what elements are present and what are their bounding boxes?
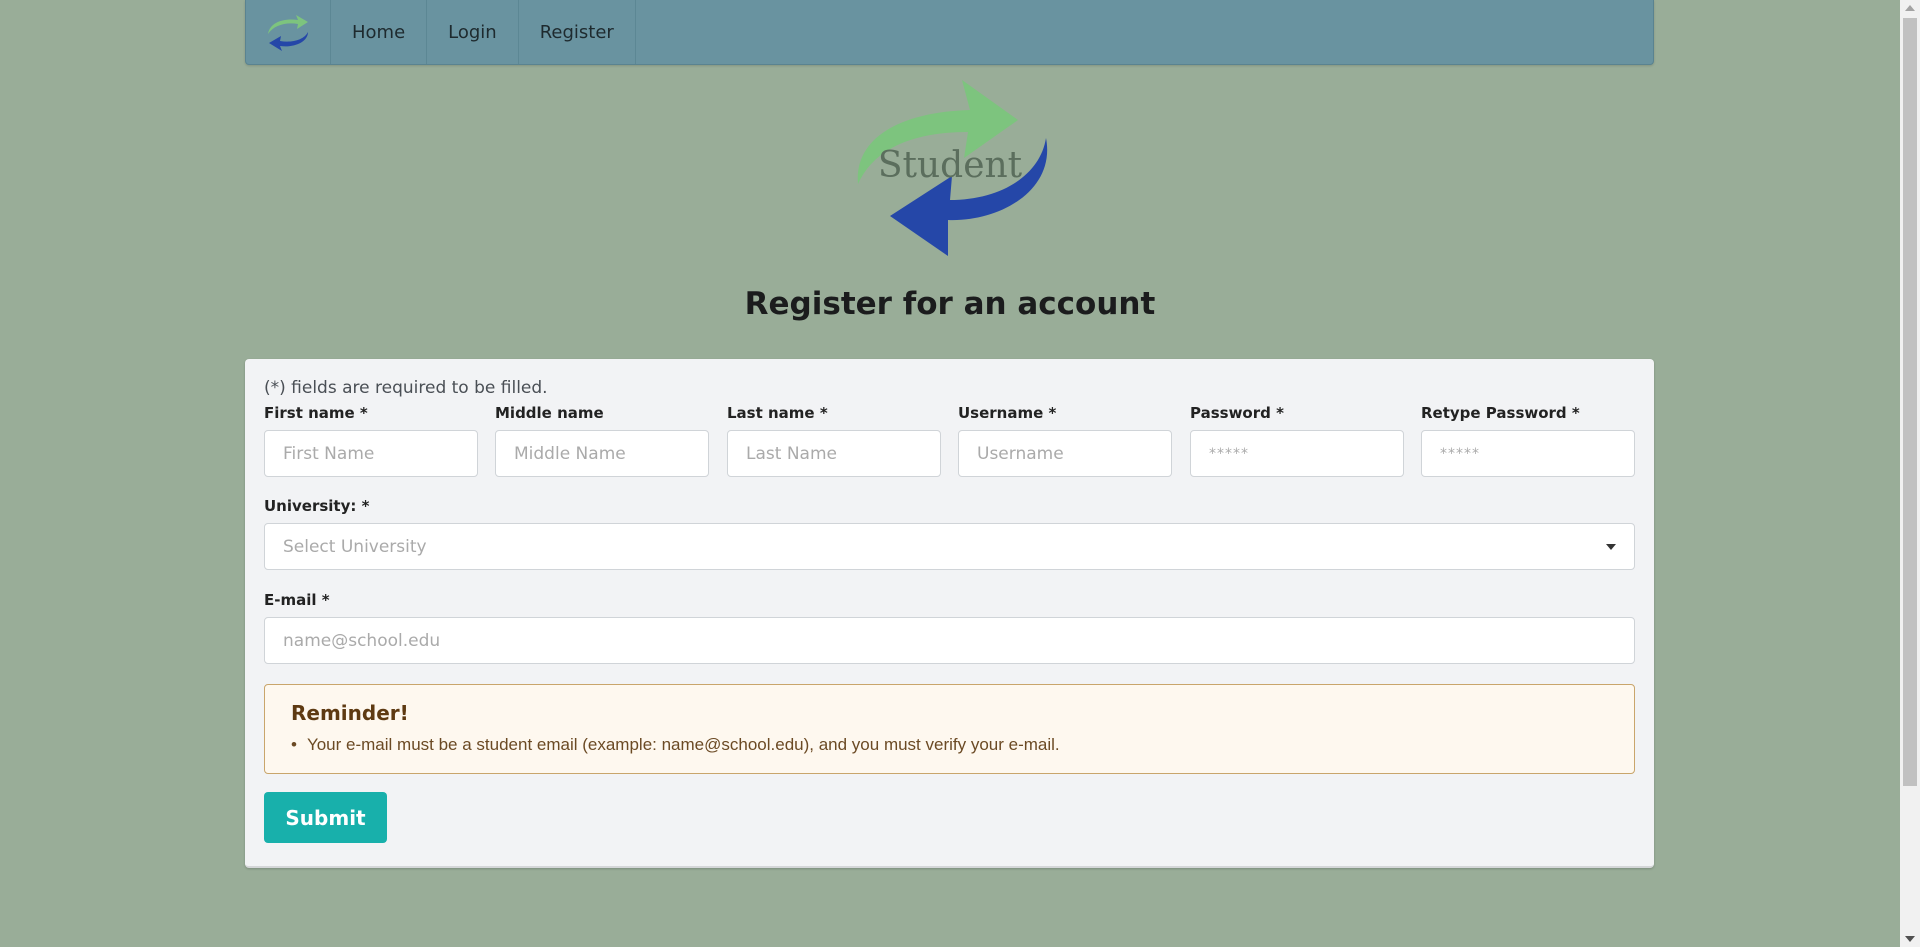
retype-password-label: Retype Password * [1421,404,1580,422]
required-note: (*) fields are required to be filled. [264,378,548,398]
top-navbar: Home Login Register [245,0,1654,65]
password-label: Password * [1190,404,1284,422]
page: Home Login Register Student Register for… [0,0,1920,947]
university-group: University: * Select University [264,497,1635,570]
reminder-box: Reminder! • Your e-mail must be a student… [264,684,1635,774]
reminder-item: • Your e-mail must be a student email (ex… [291,735,1060,755]
logo-text: Student [878,145,1023,186]
scroll-down-icon[interactable] [1905,936,1915,942]
nav-brand-logo[interactable] [246,0,331,64]
middle-name-input[interactable]: Middle Name [495,430,709,477]
submit-button[interactable]: Submit [264,792,387,843]
page-title: Register for an account [744,286,1156,322]
nav-register[interactable]: Register [519,0,636,64]
retype-password-input[interactable]: ***** [1421,430,1635,477]
username-group: Username * Username [958,404,1172,477]
scroll-up-icon[interactable] [1905,5,1915,11]
last-name-input[interactable]: Last Name [727,430,941,477]
nav-home[interactable]: Home [331,0,428,64]
reminder-title: Reminder! [291,701,409,725]
middle-name-label: Middle name [495,404,604,422]
last-name-label: Last name * [727,404,828,422]
username-label: Username * [958,404,1057,422]
email-input[interactable]: name@school.edu [264,617,1635,664]
vertical-scrollbar[interactable] [1900,0,1920,947]
reminder-text: Your e-mail must be a student email (exa… [306,735,1060,754]
university-label: University: * [264,497,370,515]
first-name-label: First name * [264,404,368,422]
retype-password-group: Retype Password * ***** [1421,404,1635,477]
scrollbar-thumb[interactable] [1903,18,1917,786]
first-name-group: First name * First Name [264,404,478,477]
email-label: E-mail * [264,591,330,609]
first-name-input[interactable]: First Name [264,430,478,477]
middle-name-group: Middle name Middle Name [495,404,709,477]
password-group: Password * ***** [1190,404,1404,477]
university-select[interactable]: Select University [264,523,1635,570]
last-name-group: Last name * Last Name [727,404,941,477]
username-input[interactable]: Username [958,430,1172,477]
student-logo: Student [857,80,1048,256]
university-select-value: Select University [283,536,427,557]
password-input[interactable]: ***** [1190,430,1404,477]
nav-login[interactable]: Login [427,0,519,64]
email-group: E-mail * name@school.edu [264,591,1635,664]
dropdown-caret-icon [1606,544,1616,550]
bullet-icon: • [291,735,297,754]
register-form: (*) fields are required to be filled. Fi… [245,359,1654,868]
student-logo-icon [268,15,308,51]
